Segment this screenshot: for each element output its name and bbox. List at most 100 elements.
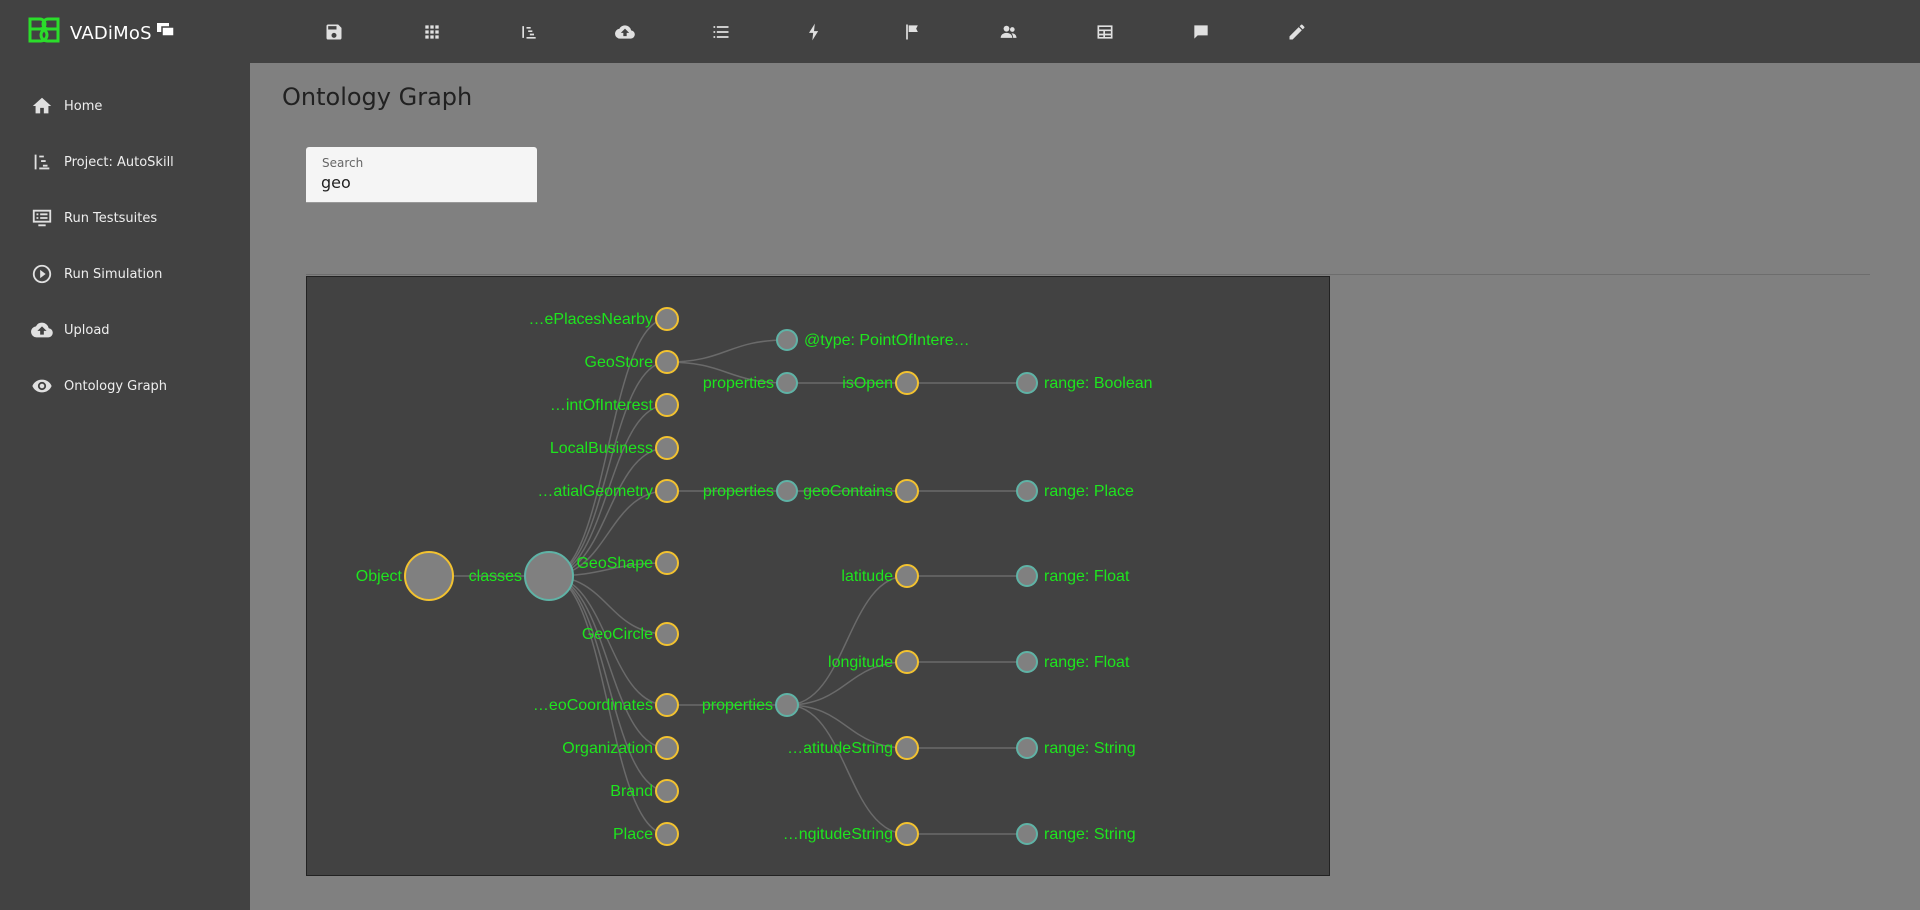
graph-node-circle[interactable] — [1016, 737, 1038, 759]
graph-node-label: range: Float — [1044, 568, 1130, 585]
users-icon[interactable] — [997, 20, 1021, 44]
project-icon[interactable] — [517, 20, 541, 44]
graph-node-circle[interactable] — [1016, 372, 1038, 394]
graph-node-gc-props[interactable]: properties — [702, 693, 799, 717]
sidebar-item-label: Ontology Graph — [64, 378, 168, 394]
graph-node-c7[interactable]: …eoCoordinates — [533, 693, 679, 717]
graph-node-latitude[interactable]: latitude — [841, 564, 919, 588]
sidebar-item-project[interactable]: Project: AutoSkill — [0, 142, 250, 182]
graph-node-circle[interactable] — [1016, 565, 1038, 587]
graph-node-c3[interactable]: LocalBusiness — [550, 436, 679, 460]
graph-node-circle[interactable] — [776, 329, 798, 351]
graph-node-circle[interactable] — [776, 372, 798, 394]
graph-edge — [548, 361, 668, 577]
graph-node-isopen-r[interactable]: range: Boolean — [1016, 372, 1153, 394]
graph-node-circle[interactable] — [655, 393, 679, 417]
graph-node-classes[interactable]: classes — [469, 551, 574, 601]
graph-node-geocontains[interactable]: geoContains — [803, 479, 919, 503]
graph-node-circle[interactable] — [655, 551, 679, 575]
graph-node-latitude-r[interactable]: range: Float — [1016, 565, 1130, 587]
graph-node-sg-props[interactable]: properties — [703, 480, 798, 502]
search-field[interactable]: Search — [306, 147, 537, 203]
sidebar-item-upload[interactable]: Upload — [0, 310, 250, 350]
list-icon[interactable] — [709, 20, 733, 44]
graph-node-circle[interactable] — [1016, 823, 1038, 845]
graph-node-circle[interactable] — [895, 736, 919, 760]
table-icon[interactable] — [1093, 20, 1117, 44]
language-flag-icon[interactable] — [156, 22, 176, 38]
graph-node-circle[interactable] — [655, 479, 679, 503]
graph-node-circle[interactable] — [895, 479, 919, 503]
graph-node-c5[interactable]: GeoShape — [576, 551, 679, 575]
graph-node-label: properties — [703, 375, 774, 392]
grid-icon[interactable] — [420, 20, 444, 44]
graph-node-c0[interactable]: …ePlacesNearby — [529, 307, 679, 331]
graph-node-c9[interactable]: Brand — [610, 779, 679, 803]
graph-node-label: longitude — [828, 654, 893, 671]
project-icon — [30, 150, 54, 174]
app-name: VADiMoS — [70, 22, 152, 44]
graph-edge — [786, 575, 908, 706]
graph-node-label: …intOfInterest — [550, 397, 654, 414]
graph-node-circle[interactable] — [655, 779, 679, 803]
graph-node-label: Organization — [562, 740, 653, 757]
graph-node-lonstr[interactable]: …ngitudeString — [783, 822, 919, 846]
app-logo[interactable]: VADiMoS — [26, 15, 176, 51]
graph-node-circle[interactable] — [1016, 480, 1038, 502]
graph-node-latstr-r[interactable]: range: String — [1016, 737, 1136, 759]
ontology-graph-canvas[interactable]: Object classes …ePlacesNearby GeoStore …intO… — [307, 277, 1331, 877]
graph-node-c2[interactable]: …intOfInterest — [550, 393, 679, 417]
sidebar-item-run-testsuites[interactable]: Run Testsuites — [0, 198, 250, 238]
graph-node-c6[interactable]: GeoCircle — [582, 622, 679, 646]
graph-node-label: Brand — [610, 783, 653, 800]
graph-node-isopen[interactable]: isOpen — [842, 371, 919, 395]
graph-node-c10[interactable]: Place — [613, 822, 679, 846]
sidebar-item-ontology-graph[interactable]: Ontology Graph — [0, 366, 250, 406]
divider — [306, 274, 1870, 275]
graph-node-circle[interactable] — [655, 736, 679, 760]
graph-node-label: Object — [356, 568, 403, 585]
graph-node-circle[interactable] — [655, 350, 679, 374]
sidebar-item-run-simulation[interactable]: Run Simulation — [0, 254, 250, 294]
graph-node-longitude-r[interactable]: range: Float — [1016, 651, 1130, 673]
comment-icon[interactable] — [1189, 20, 1213, 44]
graph-node-circle[interactable] — [895, 650, 919, 674]
graph-node-circle[interactable] — [404, 551, 454, 601]
graph-node-label: LocalBusiness — [550, 440, 653, 457]
main-content: Ontology Graph Search Object classes …ePla… — [250, 63, 1920, 910]
sidebar-item-label: Run Testsuites — [64, 210, 158, 226]
graph-node-lonstr-r[interactable]: range: String — [1016, 823, 1136, 845]
graph-node-circle[interactable] — [775, 693, 799, 717]
graph-node-label: …ngitudeString — [783, 826, 893, 843]
graph-node-circle[interactable] — [1016, 651, 1038, 673]
ontology-graph[interactable]: Object classes …ePlacesNearby GeoStore …intO… — [306, 276, 1330, 876]
graph-node-circle[interactable] — [524, 551, 574, 601]
graph-node-gs-props[interactable]: properties — [703, 372, 798, 394]
save-icon[interactable] — [322, 20, 346, 44]
graph-node-circle[interactable] — [655, 622, 679, 646]
sidebar-item-home[interactable]: Home — [0, 86, 250, 126]
graph-node-latstr[interactable]: …atitudeString — [787, 736, 919, 760]
graph-node-circle[interactable] — [655, 436, 679, 460]
graph-node-circle[interactable] — [895, 371, 919, 395]
cloud-upload-icon[interactable] — [613, 20, 637, 44]
graph-node-circle[interactable] — [655, 307, 679, 331]
graph-node-longitude[interactable]: longitude — [828, 650, 919, 674]
graph-node-circle[interactable] — [655, 693, 679, 717]
graph-node-circle[interactable] — [895, 564, 919, 588]
graph-node-c4[interactable]: …atialGeometry — [537, 479, 679, 503]
graph-node-gs-type[interactable]: @type: PointOfIntere… — [776, 329, 970, 351]
graph-node-circle[interactable] — [895, 822, 919, 846]
graph-node-object[interactable]: Object — [356, 551, 454, 601]
edit-icon[interactable] — [1285, 20, 1309, 44]
graph-node-c1[interactable]: GeoStore — [585, 350, 679, 374]
search-label: Search — [322, 156, 364, 170]
graph-node-circle[interactable] — [776, 480, 798, 502]
graph-node-circle[interactable] — [655, 822, 679, 846]
graph-node-geocontains-r[interactable]: range: Place — [1016, 480, 1134, 502]
search-input[interactable] — [321, 171, 521, 193]
flash-icon[interactable] — [802, 20, 826, 44]
home-icon — [30, 94, 54, 118]
flag-icon[interactable] — [900, 20, 924, 44]
graph-node-c8[interactable]: Organization — [562, 736, 679, 760]
